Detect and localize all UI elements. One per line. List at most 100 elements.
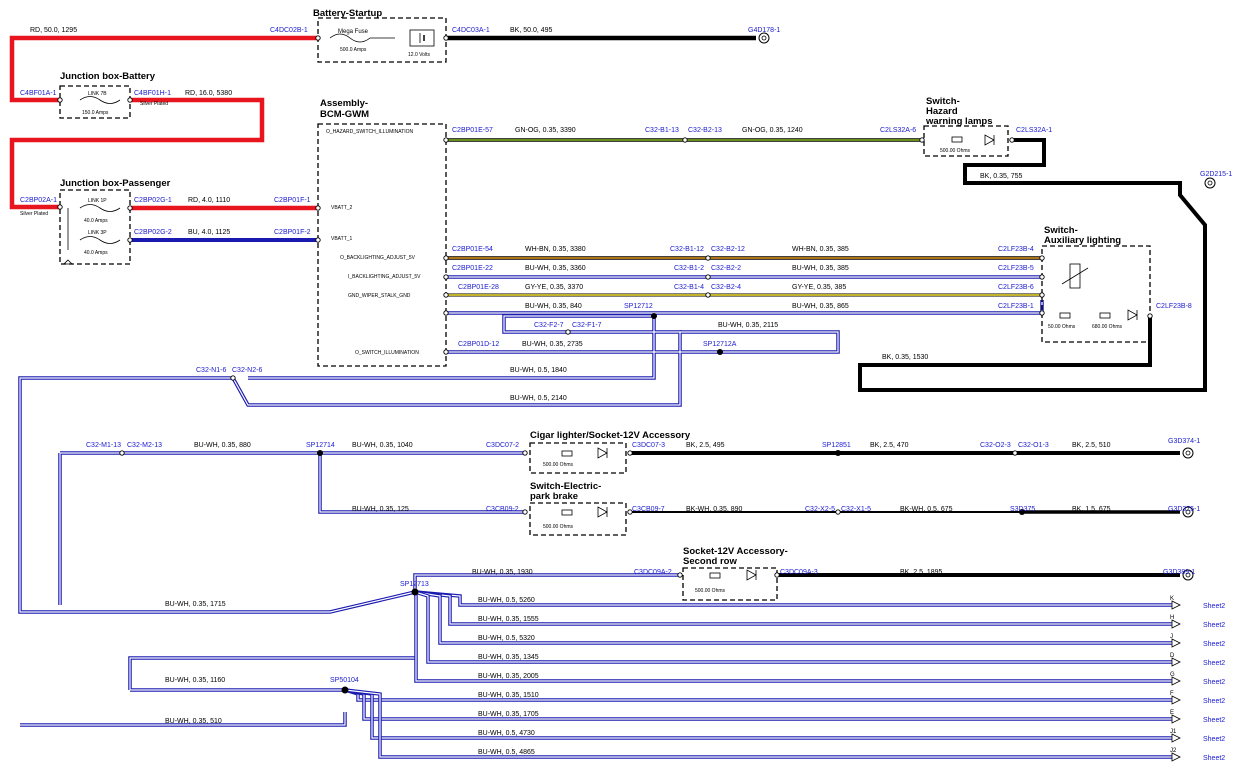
wire-label: BU-WH, 0.35, 1040 bbox=[352, 442, 413, 449]
pin-node[interactable] bbox=[57, 97, 63, 103]
conn-label: C32-M2-13 bbox=[127, 442, 162, 449]
pin-node[interactable] bbox=[1039, 310, 1045, 316]
conn-label: C3DC09A-2 bbox=[634, 569, 672, 576]
pin-node[interactable] bbox=[919, 137, 925, 143]
silver-plated-note: Silver Plated bbox=[140, 101, 168, 107]
socket-second-row-box[interactable] bbox=[682, 567, 778, 601]
pin-node[interactable] bbox=[315, 237, 321, 243]
conn-label: C2LF23B-6 bbox=[998, 284, 1034, 291]
pin-node[interactable] bbox=[57, 204, 63, 210]
ground-g2d215-icon[interactable] bbox=[1204, 177, 1216, 189]
sheet-fanout-wires[interactable] bbox=[344, 590, 1172, 759]
bcm-pin-i-backlight: I_BACKLIGHTING_ADJUST_5V bbox=[348, 274, 421, 280]
conn-label: C32-N2-6 bbox=[232, 367, 262, 374]
pin-node[interactable] bbox=[835, 509, 841, 515]
pin-node[interactable] bbox=[677, 572, 683, 578]
pin-node[interactable] bbox=[705, 292, 711, 298]
wire-label: BU-WH, 0.35, 1160 bbox=[165, 677, 225, 684]
sheet-ref-link[interactable]: Sheet2 bbox=[1203, 622, 1225, 629]
fuse-icon bbox=[79, 204, 121, 212]
wire-rd-16[interactable] bbox=[9, 97, 265, 210]
jbox-passenger-title: Junction box-Passenger bbox=[60, 178, 171, 189]
splice-sp12713[interactable] bbox=[411, 588, 419, 596]
pin-node[interactable] bbox=[443, 137, 449, 143]
splice-sp50104[interactable] bbox=[341, 686, 349, 694]
socket2-title-2: Second row bbox=[683, 556, 737, 567]
bcm-gwm-box[interactable] bbox=[317, 123, 447, 367]
sheet-ref-link[interactable]: Sheet2 bbox=[1203, 641, 1225, 648]
sheet-ref-link[interactable]: Sheet2 bbox=[1203, 717, 1225, 724]
pin-node[interactable] bbox=[127, 97, 133, 103]
conn-label: C32-X1-5 bbox=[841, 506, 871, 513]
sheet-ref-link[interactable]: Sheet2 bbox=[1203, 660, 1225, 667]
splice-sp12712[interactable] bbox=[651, 313, 657, 319]
splice-sp12712a[interactable] bbox=[717, 349, 723, 355]
epb-switch-box[interactable] bbox=[529, 502, 627, 536]
fuse-icon bbox=[329, 33, 395, 43]
pin-node[interactable] bbox=[522, 509, 528, 515]
link-7b-rating: 150.0 Amps bbox=[82, 110, 109, 116]
sheet-ref-link[interactable]: Sheet2 bbox=[1203, 736, 1225, 743]
conn-label: C3DC07-2 bbox=[486, 442, 519, 449]
conn-label: C2LS32A-1 bbox=[1016, 127, 1052, 134]
wire-label: BU-WH, 0.5, 5320 bbox=[478, 635, 535, 642]
pin-node[interactable] bbox=[1009, 137, 1015, 143]
sheet-letter: J bbox=[1170, 634, 1173, 640]
fanout-wire[interactable] bbox=[344, 688, 1172, 702]
pin-node[interactable] bbox=[682, 137, 688, 143]
link-7b: LINK 7B bbox=[88, 91, 107, 97]
fuse-icon bbox=[79, 236, 121, 244]
pin-node[interactable] bbox=[127, 205, 133, 211]
ground-g4d178-icon[interactable] bbox=[758, 32, 770, 44]
pin-node[interactable] bbox=[1039, 274, 1045, 280]
conn-label: SP12712 bbox=[624, 303, 653, 310]
sheet-ref-link[interactable]: Sheet2 bbox=[1203, 679, 1225, 686]
pin-node[interactable] bbox=[565, 329, 571, 335]
wire-label: BK-WH, 0.5, 675 bbox=[900, 506, 953, 513]
pin-node[interactable] bbox=[1039, 292, 1045, 298]
pin-node[interactable] bbox=[443, 274, 449, 280]
pin-node[interactable] bbox=[119, 450, 125, 456]
conn-label: C2BP01E-22 bbox=[452, 265, 493, 272]
wire-label: BU-WH, 0.35, 1715 bbox=[165, 601, 226, 608]
cigar-lighter-box[interactable] bbox=[529, 442, 627, 474]
splice-sp12851[interactable] bbox=[835, 450, 841, 456]
conn-label: C2BP01E-57 bbox=[452, 127, 493, 134]
pin-node[interactable] bbox=[230, 375, 236, 381]
splice-sp12714[interactable] bbox=[317, 450, 323, 456]
pin-node[interactable] bbox=[1012, 450, 1018, 456]
pin-node[interactable] bbox=[774, 572, 780, 578]
pin-node[interactable] bbox=[443, 310, 449, 316]
pin-node[interactable] bbox=[443, 349, 449, 355]
sheet-arrow-icon bbox=[1171, 676, 1181, 686]
bcm-pin-hazard-illum: O_HAZARD_SWITCH_ILLUMINATION bbox=[326, 129, 414, 135]
sheet-letter: K bbox=[1170, 596, 1174, 602]
bcm-pin-o-backlight: O_BACKLIGHTING_ADJUST_5V bbox=[340, 255, 416, 261]
led-icon bbox=[1127, 309, 1138, 321]
ground-g3d374-icon[interactable] bbox=[1182, 447, 1194, 459]
resistor-icon bbox=[561, 509, 573, 516]
pin-node[interactable] bbox=[315, 205, 321, 211]
pin-node[interactable] bbox=[443, 35, 449, 41]
fanout-wire[interactable] bbox=[344, 688, 1172, 721]
fanout-wire[interactable] bbox=[344, 688, 1172, 740]
pin-node[interactable] bbox=[705, 255, 711, 261]
wire-label: GY-YE, 0.35, 385 bbox=[792, 284, 846, 291]
pin-node[interactable] bbox=[1039, 255, 1045, 261]
battery-icon bbox=[409, 29, 435, 47]
pin-node[interactable] bbox=[127, 237, 133, 243]
sheet-letter: F bbox=[1170, 691, 1174, 697]
pin-node[interactable] bbox=[315, 35, 321, 41]
sheet-ref-link[interactable]: Sheet2 bbox=[1203, 698, 1225, 705]
sheet-ref-link[interactable]: Sheet2 bbox=[1203, 755, 1225, 762]
pin-node[interactable] bbox=[443, 292, 449, 298]
silver-plated-note-2: Silver Plated bbox=[20, 211, 48, 217]
pin-node[interactable] bbox=[1147, 313, 1153, 319]
pin-node[interactable] bbox=[522, 450, 528, 456]
wire-label: BK, 0.35, 755 bbox=[980, 173, 1023, 180]
pin-node[interactable] bbox=[705, 274, 711, 280]
sheet-ref-link[interactable]: Sheet2 bbox=[1203, 603, 1225, 610]
pin-node[interactable] bbox=[627, 450, 633, 456]
link-3p-rating: 40.0 Amps bbox=[84, 250, 108, 256]
pin-node[interactable] bbox=[443, 255, 449, 261]
